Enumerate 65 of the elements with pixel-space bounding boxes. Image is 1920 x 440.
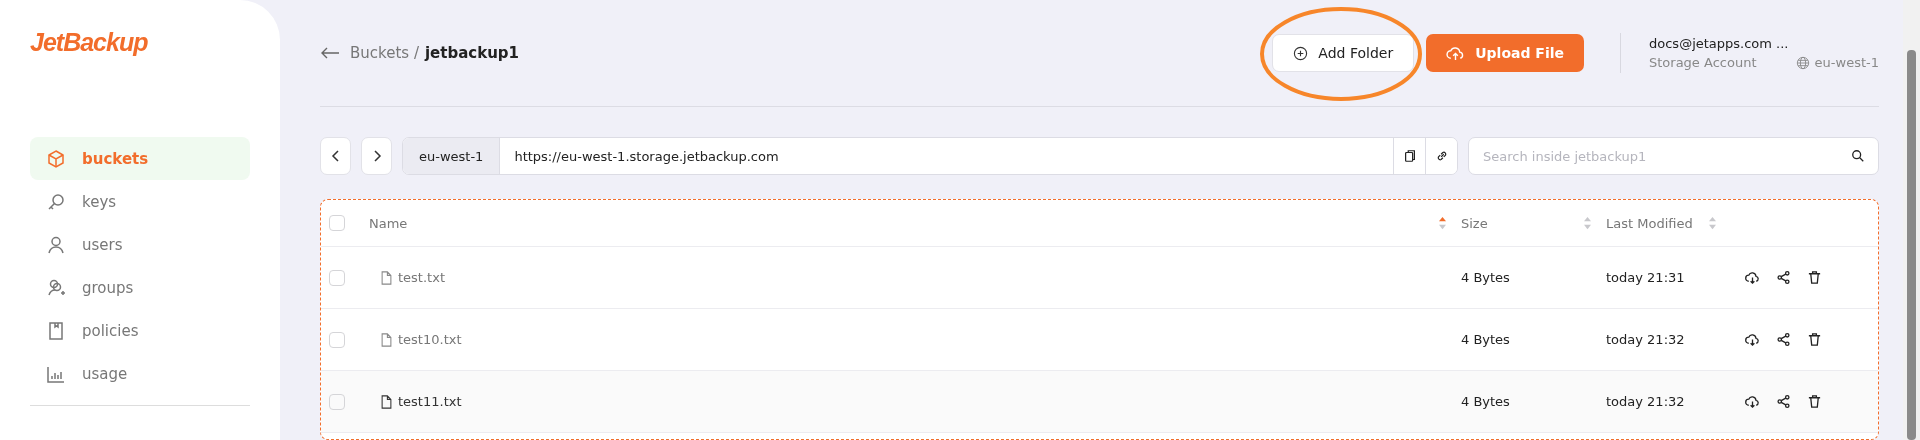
table-cell-text: today 21:32: [1606, 394, 1686, 409]
sidebar-item[interactable]: groups: [30, 266, 250, 309]
sidebar-item[interactable]: users: [30, 223, 250, 266]
file-icon: [381, 332, 392, 347]
row-checkbox[interactable]: [329, 331, 345, 348]
chevron-left-icon: [330, 148, 341, 164]
sidebar-item[interactable]: policies: [30, 309, 250, 352]
share-icon[interactable]: [1776, 270, 1791, 285]
add-folder-button[interactable]: Add Folder: [1272, 34, 1415, 72]
row-checkbox[interactable]: [329, 393, 345, 410]
breadcrumb-link[interactable]: Buckets /: [350, 44, 419, 62]
forward-button[interactable]: [361, 137, 392, 175]
table-cell-text: 4 Bytes: [1461, 332, 1511, 347]
breadcrumb-current: jetbackup1: [424, 44, 520, 62]
region-label: eu-west-1: [403, 138, 501, 174]
account-role: Storage Account: [1649, 55, 1757, 70]
table-cell-text: 4 Bytes: [1461, 394, 1511, 409]
sidebar-item[interactable]: buckets: [30, 137, 250, 180]
trash-icon[interactable]: [1807, 394, 1822, 409]
book-icon: [46, 320, 66, 341]
column-header[interactable]: Name: [369, 215, 1438, 231]
plus-circle-icon: [1293, 45, 1309, 61]
file-name[interactable]: test11.txt: [398, 394, 462, 409]
row-checkbox[interactable]: [329, 269, 345, 286]
file-icon: [381, 270, 392, 285]
back-button[interactable]: [320, 137, 351, 175]
account-region: eu-west-1: [1814, 55, 1879, 70]
column-header[interactable]: Size: [1461, 215, 1583, 231]
logo: JetBackup: [30, 28, 149, 57]
table-cell-text: today 21:31: [1606, 270, 1686, 285]
table-row[interactable]: test11.txt 4 Bytes today 21:32: [321, 371, 1878, 433]
cube-icon: [46, 148, 66, 169]
group-icon: [46, 277, 66, 298]
account-email: docs@jetapps.com ...: [1649, 36, 1790, 51]
table-cell-text: today 21:32: [1606, 332, 1686, 347]
copy-icon: [1402, 149, 1417, 163]
url-text: https://eu-west-1.storage.jetbackup.com: [513, 147, 780, 166]
scrollbar-thumb[interactable]: [1907, 50, 1916, 440]
upload-button[interactable]: Upload File: [1426, 34, 1584, 72]
back-arrow-icon[interactable]: [320, 47, 340, 59]
search-field[interactable]: Search inside jetbackup1: [1468, 137, 1879, 175]
key-icon: [46, 191, 66, 212]
select-all-checkbox[interactable]: [329, 215, 345, 231]
sort-icon[interactable]: [1438, 216, 1447, 230]
search-icon[interactable]: [1851, 149, 1865, 163]
sidebar-item[interactable]: usage: [30, 352, 250, 395]
scrollbar[interactable]: [1903, 0, 1920, 440]
cloud-upload-icon: [1446, 45, 1466, 61]
file-name[interactable]: test10.txt: [398, 332, 462, 347]
globe-icon: [1795, 55, 1810, 70]
user-icon: [46, 234, 66, 255]
trash-icon[interactable]: [1807, 332, 1822, 347]
share-icon[interactable]: [1776, 394, 1791, 409]
file-name[interactable]: test.txt: [398, 270, 445, 285]
cloud-download-icon[interactable]: [1745, 394, 1760, 409]
sidebar-item[interactable]: keys: [30, 180, 250, 223]
chevron-right-icon: [371, 148, 382, 164]
table-row[interactable]: test.txt 4 Bytes today 21:31: [321, 247, 1878, 309]
cloud-download-icon[interactable]: [1745, 332, 1760, 347]
file-icon: [381, 394, 392, 409]
share-icon[interactable]: [1776, 332, 1791, 347]
trash-icon[interactable]: [1807, 270, 1822, 285]
cloud-download-icon[interactable]: [1745, 270, 1760, 285]
table-cell-text: 4 Bytes: [1461, 270, 1511, 285]
column-header[interactable]: Last Modified: [1606, 215, 1708, 231]
